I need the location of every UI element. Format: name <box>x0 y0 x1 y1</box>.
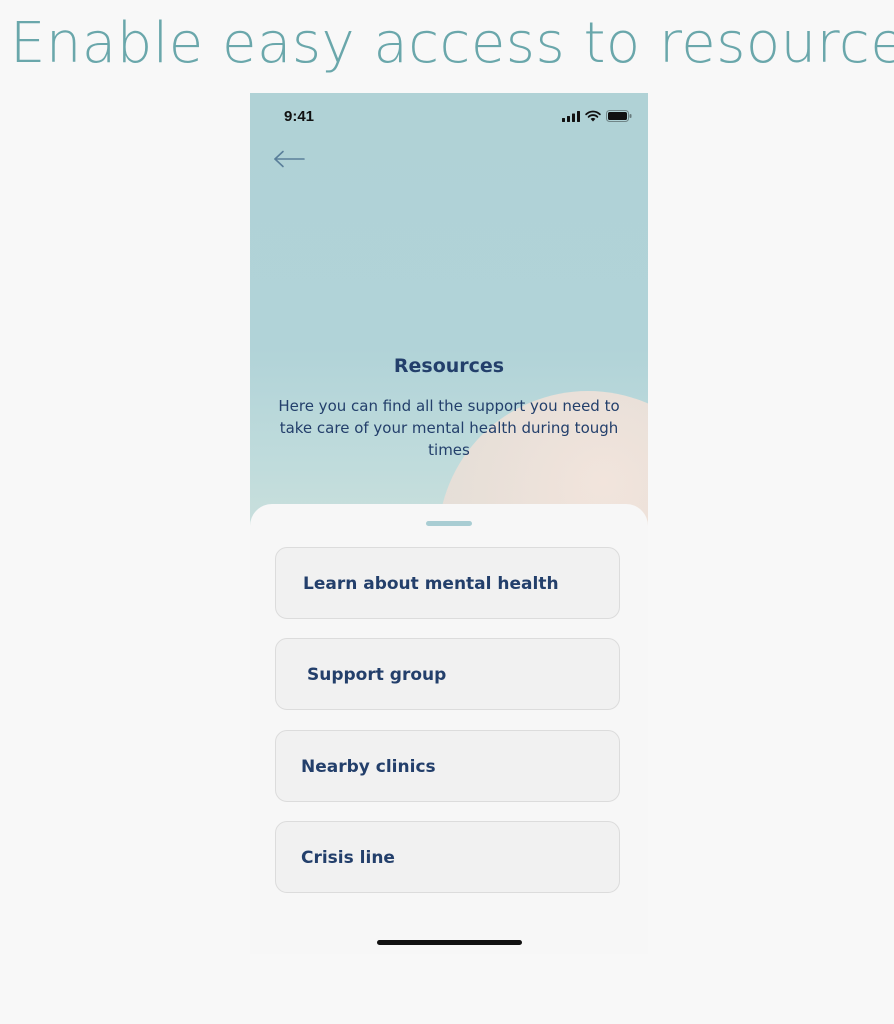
option-nearby-clinics[interactable]: Nearby clinics <box>275 730 620 802</box>
status-time: 9:41 <box>284 108 315 125</box>
slide-title: Enable easy access to resources <box>10 11 894 76</box>
option-support-group[interactable]: Support group <box>275 638 620 710</box>
option-learn-about-mental-health[interactable]: Learn about mental health <box>275 547 620 619</box>
page-description: Here you can find all the support you ne… <box>278 397 620 459</box>
bottom-sheet: Learn about mental health Support group … <box>250 504 648 954</box>
hero-section: 9:41 Resources Here you can find all the… <box>250 93 648 533</box>
page-title: Resources <box>393 355 505 377</box>
option-label: Learn about mental health <box>303 574 559 594</box>
wifi-icon <box>585 110 601 122</box>
arrow-left-icon <box>274 150 305 168</box>
phone-screen: 9:41 Resources Here you can find all the… <box>250 93 648 954</box>
cellular-signal-icon <box>562 110 580 122</box>
battery-icon <box>606 110 632 122</box>
option-crisis-line[interactable]: Crisis line <box>275 821 620 893</box>
status-icons <box>562 110 632 122</box>
option-label: Nearby clinics <box>301 757 436 777</box>
option-label: Support group <box>307 665 447 685</box>
sheet-grabber[interactable] <box>426 521 472 526</box>
home-indicator <box>377 940 522 945</box>
back-button[interactable] <box>272 149 312 177</box>
option-label: Crisis line <box>301 848 395 868</box>
status-bar: 9:41 <box>250 93 648 141</box>
